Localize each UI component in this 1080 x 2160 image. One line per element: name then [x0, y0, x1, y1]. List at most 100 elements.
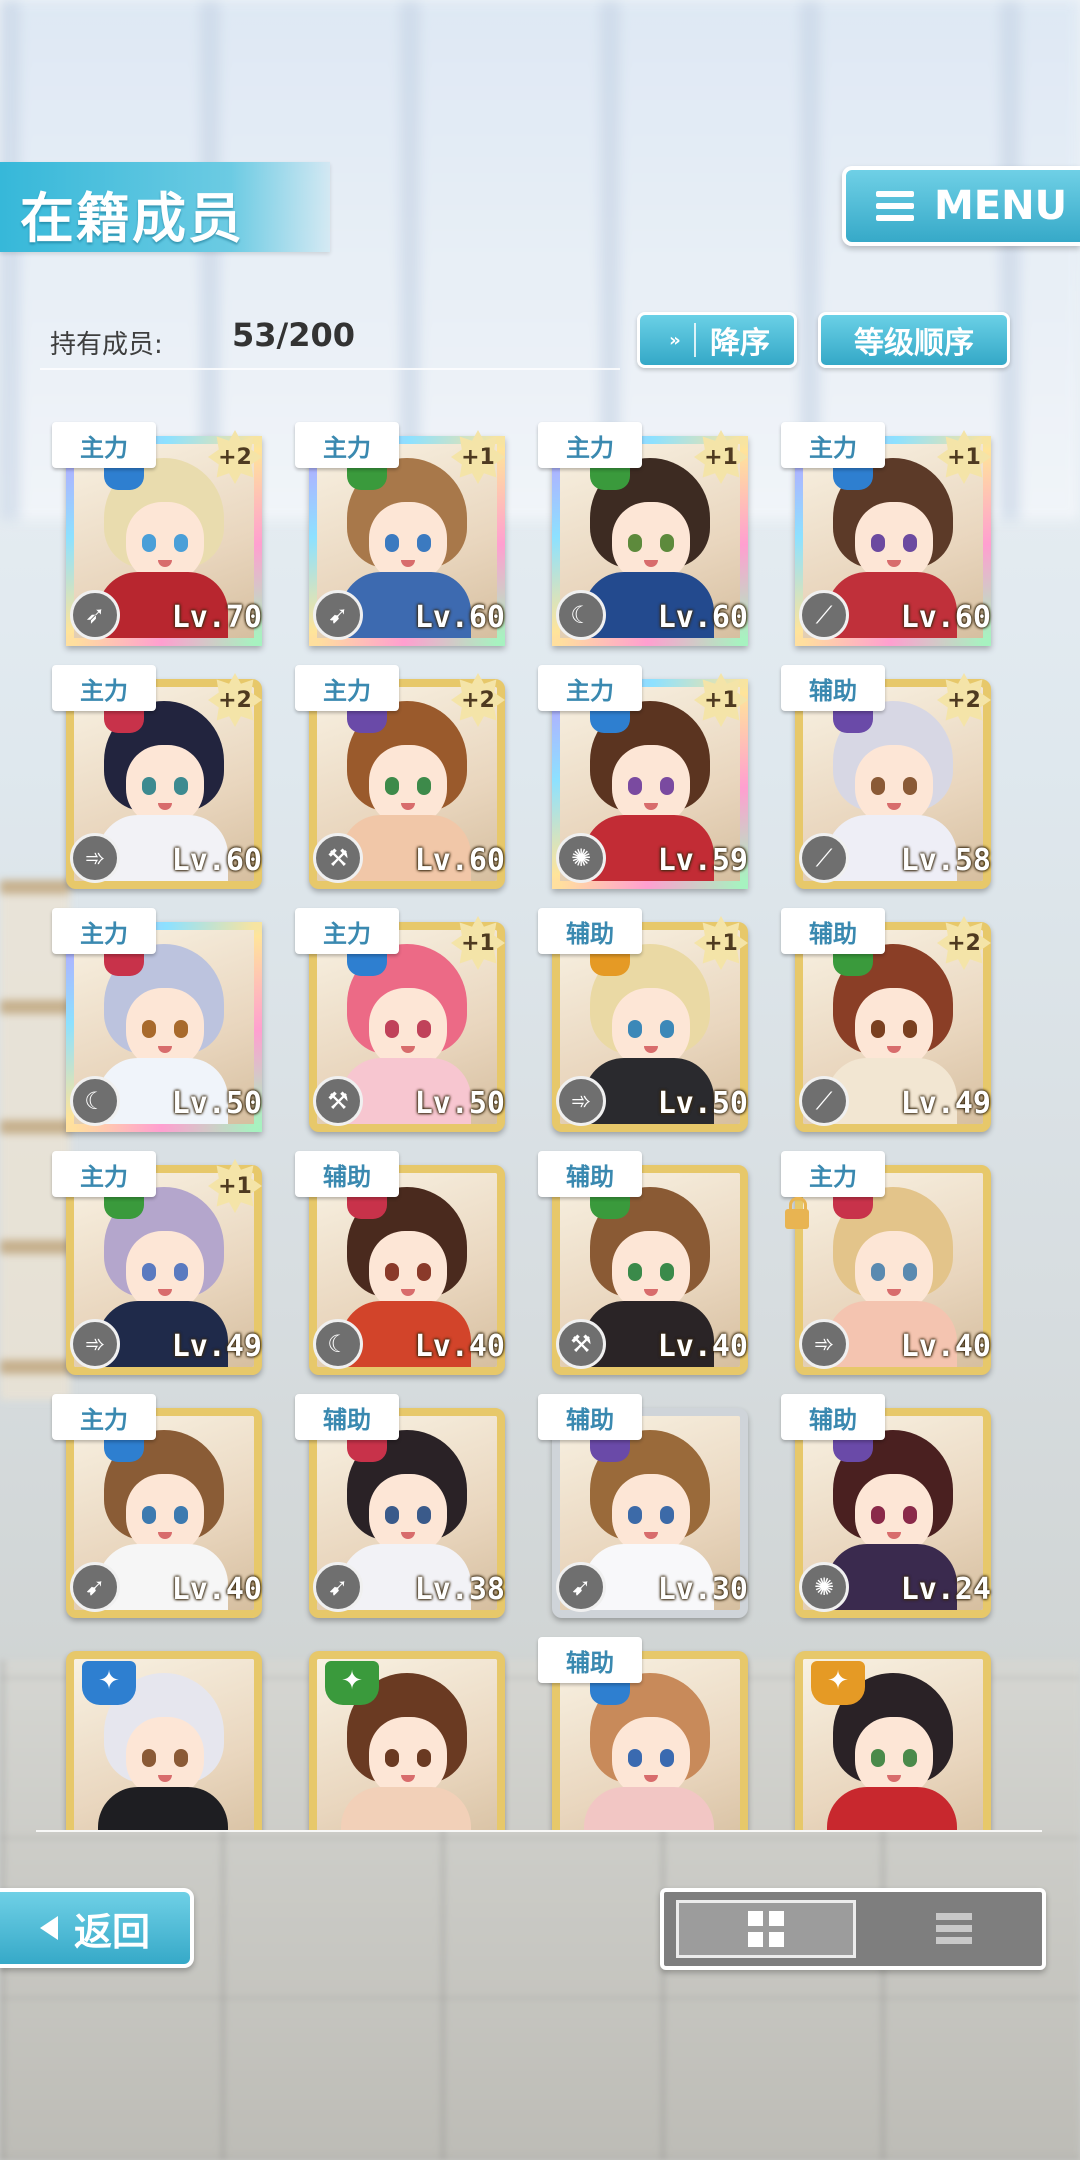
member-card[interactable]: 辅助 ☾ Lv.40 — [283, 1139, 505, 1379]
role-tag: 主力 — [538, 422, 642, 468]
hammer-icon: ⚒ — [556, 1319, 606, 1369]
role-tag: 主力 — [295, 908, 399, 954]
divider — [36, 1830, 1042, 1832]
cannon-icon: ➾ — [799, 1319, 849, 1369]
sort-order-button[interactable]: » 降序 — [637, 312, 797, 368]
staff-icon: ⟋ — [799, 833, 849, 883]
back-label: 返回 — [73, 1909, 150, 1954]
role-tag: 主力 — [295, 665, 399, 711]
role-tag: 辅助 — [781, 665, 885, 711]
member-grid: 主力 +2 ➶ Lv.70 主力 +1 ➹ Lv.60 主力 +1 ☾ Lv.60 主力 +1 ⟋ Lv.60… — [40, 410, 1040, 1830]
shield-icon: ✺ — [799, 1562, 849, 1612]
menu-button[interactable]: MENU — [842, 166, 1080, 246]
level-label: Lv.60 — [414, 843, 505, 878]
level-label: Lv.40 — [657, 1329, 748, 1364]
member-card[interactable]: 辅助 ✺ Lv.24 — [769, 1382, 991, 1622]
role-tag: 主力 — [295, 422, 399, 468]
sort-order-label: 降序 — [710, 326, 770, 361]
sort-key-button[interactable]: 等级顺序 — [818, 312, 1010, 368]
level-label: Lv.40 — [414, 1329, 505, 1364]
level-label: Lv.49 — [171, 1329, 262, 1364]
attribute-emblem-icon: ✦ — [325, 1661, 379, 1705]
member-card[interactable]: 主力 +1 ⟋ Lv.60 — [769, 410, 991, 650]
role-tag: 辅助 — [538, 1637, 642, 1683]
level-label: Lv.50 — [657, 1086, 748, 1121]
role-tag: 辅助 — [781, 1394, 885, 1440]
member-count-label: 持有成员: — [50, 330, 163, 360]
role-tag: 辅助 — [538, 1151, 642, 1197]
hammer-icon: ⚒ — [313, 1076, 363, 1126]
hammer-icon: ⚒ — [313, 833, 363, 883]
level-label: Lv.59 — [657, 843, 748, 878]
level-label: Lv.60 — [171, 843, 262, 878]
role-tag: 主力 — [52, 1151, 156, 1197]
role-tag: 主力 — [52, 422, 156, 468]
level-label: Lv.49 — [900, 1086, 991, 1121]
member-card[interactable]: 主力 ☾ Lv.50 — [40, 896, 262, 1136]
member-card[interactable]: 辅助 ➹ Lv.38 — [283, 1382, 505, 1622]
role-tag: 主力 — [52, 665, 156, 711]
level-label: Lv.40 — [171, 1572, 262, 1607]
list-view-button[interactable] — [874, 1900, 1034, 1958]
member-card[interactable]: ✦ — [40, 1625, 262, 1830]
page-title: 在籍成员 — [20, 187, 244, 250]
member-card[interactable]: ✦ — [283, 1625, 505, 1830]
member-card[interactable]: 主力 +2 ➾ Lv.60 — [40, 653, 262, 893]
member-card[interactable]: 辅助 ⚒ Lv.40 — [526, 1139, 748, 1379]
role-tag: 辅助 — [295, 1394, 399, 1440]
member-card[interactable]: 主力 +1 ⚒ Lv.50 — [283, 896, 505, 1136]
member-card[interactable]: 辅助 +1 ➾ Lv.50 — [526, 896, 748, 1136]
role-tag: 主力 — [52, 1394, 156, 1440]
member-card[interactable]: ✦ — [769, 1625, 991, 1830]
level-label: Lv.40 — [900, 1329, 991, 1364]
grid-view-button[interactable] — [676, 1900, 856, 1958]
level-label: Lv.50 — [414, 1086, 505, 1121]
rocket-icon: ➹ — [313, 590, 363, 640]
member-card[interactable]: 主力 +2 ⚒ Lv.60 — [283, 653, 505, 893]
level-label: Lv.24 — [900, 1572, 991, 1607]
divider — [40, 368, 620, 370]
level-label: Lv.58 — [900, 843, 991, 878]
role-tag: 辅助 — [781, 908, 885, 954]
sort-key-label: 等级顺序 — [854, 326, 974, 361]
grid-view-icon — [748, 1911, 784, 1947]
level-label: Lv.38 — [414, 1572, 505, 1607]
attribute-emblem-icon: ✦ — [82, 1661, 136, 1705]
list-view-icon — [936, 1913, 972, 1945]
scythe-icon: ☾ — [556, 590, 606, 640]
back-button[interactable]: 返回 — [0, 1888, 194, 1968]
cannon-icon: ➾ — [70, 1319, 120, 1369]
member-card[interactable]: 辅助 +2 ⟋ Lv.58 — [769, 653, 991, 893]
title-banner: 在籍成员 — [0, 162, 330, 252]
staff-icon: ⟋ — [799, 590, 849, 640]
shield-icon: ✺ — [556, 833, 606, 883]
member-card[interactable]: 辅助 — [526, 1625, 748, 1830]
rocket-icon: ➹ — [556, 1562, 606, 1612]
level-label: Lv.60 — [657, 600, 748, 635]
missile-launcher-icon: ➶ — [70, 590, 120, 640]
member-card[interactable]: 主力 ➾ Lv.40 — [769, 1139, 991, 1379]
level-label: Lv.70 — [171, 600, 262, 635]
staff-icon: ⟋ — [799, 1076, 849, 1126]
member-card[interactable]: 主力 +2 ➶ Lv.70 — [40, 410, 262, 650]
level-label: Lv.60 — [414, 600, 505, 635]
role-tag: 辅助 — [538, 1394, 642, 1440]
member-card[interactable]: 主力 +1 ➹ Lv.60 — [283, 410, 505, 650]
level-label: Lv.60 — [900, 600, 991, 635]
member-card[interactable]: 主力 +1 ➾ Lv.49 — [40, 1139, 262, 1379]
role-tag: 辅助 — [295, 1151, 399, 1197]
member-card[interactable]: 辅助 +2 ⟋ Lv.49 — [769, 896, 991, 1136]
lock-icon — [785, 1197, 809, 1229]
hamburger-icon — [876, 191, 914, 221]
member-card[interactable]: 主力 +1 ☾ Lv.60 — [526, 410, 748, 650]
member-card[interactable]: 辅助 ➹ Lv.30 — [526, 1382, 748, 1622]
level-label: Lv.50 — [171, 1086, 262, 1121]
role-tag: 主力 — [781, 1151, 885, 1197]
member-card[interactable]: 主力 ➹ Lv.40 — [40, 1382, 262, 1622]
role-tag: 辅助 — [538, 908, 642, 954]
attribute-emblem-icon: ✦ — [811, 1661, 865, 1705]
role-tag: 主力 — [52, 908, 156, 954]
cannon-icon: ➾ — [70, 833, 120, 883]
role-tag: 主力 — [781, 422, 885, 468]
member-card[interactable]: 主力 +1 ✺ Lv.59 — [526, 653, 748, 893]
